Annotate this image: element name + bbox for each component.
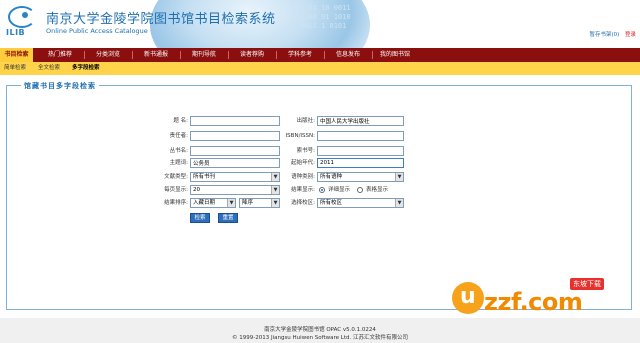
subject-label: 主题词: <box>169 160 188 166</box>
logo-text: ILIB <box>6 28 26 37</box>
tab-journals[interactable]: 期刊导航 <box>184 48 224 62</box>
tab-mylibrary[interactable]: 我的图书馆 <box>375 48 415 62</box>
subnav-fulltext-search[interactable]: 全文检索 <box>38 62 60 75</box>
tab-hot[interactable]: 热门推荐 <box>40 48 80 62</box>
nav-divider <box>324 51 325 59</box>
search-button[interactable]: 检索 <box>190 213 210 223</box>
site-subtitle: Online Public Access Catalogue <box>46 27 148 35</box>
subnav-multifield-search[interactable]: 多字段检索 <box>72 62 100 75</box>
display-table-label: 表格显示 <box>366 187 389 193</box>
series-label: 丛书名: <box>169 148 188 154</box>
binary-decoration: 0101 10 0011 1100 01 1010 0011 1 0101 <box>300 4 351 30</box>
logo-dot-icon <box>22 12 28 18</box>
perpage-value: 20 <box>193 187 200 193</box>
subject-input[interactable] <box>190 158 280 168</box>
author-label: 责任者: <box>169 133 188 139</box>
tab-browse[interactable]: 分类浏览 <box>88 48 128 62</box>
header: 0101 10 0011 1100 01 1010 0011 1 0101 IL… <box>0 0 640 48</box>
nav-divider <box>228 51 229 59</box>
year-label: 起始年代: <box>291 160 315 166</box>
display-detail-radio[interactable] <box>319 187 325 193</box>
panel-title: 馆藏书目多字段检索 <box>21 81 99 91</box>
reset-button[interactable]: 重置 <box>218 213 238 223</box>
bookshelf-link[interactable]: 暂存书架(0) <box>589 32 619 38</box>
ilib-logo: ILIB <box>6 6 40 40</box>
doctype-select[interactable]: 所有书刊 ▼ <box>190 172 280 182</box>
nav-divider <box>84 51 85 59</box>
footer-line-2: © 1999-2013 Jiangsu Huiwen Software Ltd.… <box>231 335 409 341</box>
top-links: 暂存书架(0) 登录 <box>589 30 636 38</box>
campus-label: 选择校区: <box>291 200 315 206</box>
tab-news[interactable]: 信息发布 <box>328 48 368 62</box>
site-watermark: u zzf.com 东坡下载 <box>452 276 632 326</box>
callno-input[interactable] <box>317 146 404 156</box>
publisher-label: 出版社: <box>296 118 315 124</box>
callno-label: 索书号: <box>296 148 315 154</box>
sort-order-value: 降序 <box>242 200 254 206</box>
nav-divider <box>276 51 277 59</box>
nav-divider <box>132 51 133 59</box>
sub-nav: 简单检索 全文检索 多字段检索 <box>0 62 640 75</box>
watermark-u: u <box>460 284 476 309</box>
isbn-input[interactable] <box>317 131 404 141</box>
display-table-radio[interactable] <box>357 187 363 193</box>
campus-select[interactable]: 所有校区 ▼ <box>317 198 404 208</box>
publisher-input[interactable] <box>317 116 404 126</box>
doctype-label: 文献类型: <box>164 174 188 180</box>
year-input[interactable] <box>317 158 404 168</box>
nav-divider <box>180 51 181 59</box>
campus-value: 所有校区 <box>320 200 343 206</box>
perpage-select[interactable]: 20 ▼ <box>190 185 280 195</box>
lang-value: 所有语种 <box>320 174 343 180</box>
main-nav: 书目检索 热门推荐 分类浏览 新书通报 期刊导航 读者荐购 学科参考 信息发布 … <box>0 48 640 62</box>
chevron-down-icon: ▼ <box>395 199 403 207</box>
nav-divider <box>372 51 373 59</box>
tab-recommend[interactable]: 读者荐购 <box>232 48 272 62</box>
watermark-badge: 东坡下载 <box>570 278 604 290</box>
watermark-domain: zzf.com <box>484 288 583 316</box>
sort-order-select[interactable]: 降序 ▼ <box>239 198 280 208</box>
author-input[interactable] <box>190 131 280 141</box>
sort-field-value: 入藏日期 <box>193 200 216 206</box>
chevron-down-icon: ▼ <box>227 199 235 207</box>
title-input[interactable] <box>190 116 280 126</box>
lang-label: 语种类别: <box>291 174 315 180</box>
tab-search[interactable]: 书目检索 <box>0 48 33 62</box>
isbn-label: ISBN/ISSN: <box>285 133 315 139</box>
lang-select[interactable]: 所有语种 ▼ <box>317 172 404 182</box>
sort-field-select[interactable]: 入藏日期 ▼ <box>190 198 236 208</box>
display-label: 结果显示: <box>291 187 315 193</box>
site-title: 南京大学金陵学院图书馆书目检索系统 <box>46 12 276 27</box>
login-link[interactable]: 登录 <box>625 32 636 38</box>
doctype-value: 所有书刊 <box>193 174 216 180</box>
perpage-label: 每页显示: <box>164 187 188 193</box>
series-input[interactable] <box>190 146 280 156</box>
footer-line-1: 南京大学金陵学院图书馆 OPAC v5.0.1.0224 <box>264 327 376 333</box>
chevron-down-icon: ▼ <box>395 173 403 181</box>
display-detail-label: 详细显示 <box>328 187 351 193</box>
title-label: 题 名: <box>173 118 188 124</box>
tab-newbooks[interactable]: 新书通报 <box>136 48 176 62</box>
tab-subjects[interactable]: 学科参考 <box>280 48 320 62</box>
sort-label: 结果排序: <box>164 200 188 206</box>
subnav-simple-search[interactable]: 简单检索 <box>4 62 26 75</box>
